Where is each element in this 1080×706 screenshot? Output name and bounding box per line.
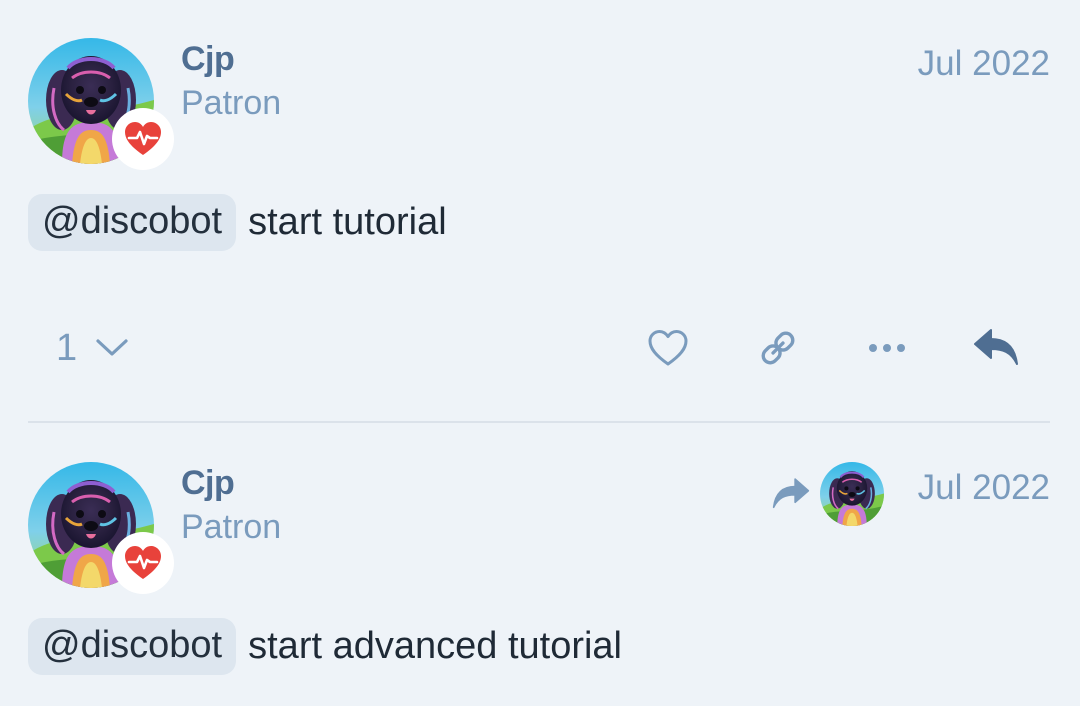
like-button[interactable] [644, 324, 692, 372]
post-body: @discobot start tutorial [28, 193, 447, 251]
post-divider [28, 421, 1050, 423]
reply-to-indicator[interactable] [772, 462, 884, 526]
user-avatar[interactable] [28, 38, 174, 170]
username[interactable]: Cjp [181, 464, 235, 503]
link-icon [761, 331, 795, 365]
reply-count: 1 [56, 326, 78, 369]
heart-flair-icon [112, 108, 174, 170]
more-button[interactable] [863, 324, 911, 372]
reply-icon [974, 329, 1018, 365]
replies-toggle[interactable]: 1 [56, 322, 129, 374]
reply-arrow-icon [772, 478, 810, 509]
post-actions: 1 [0, 318, 1080, 378]
user-title: Patron [181, 508, 282, 546]
post-text: start tutorial [248, 200, 447, 243]
username[interactable]: Cjp [181, 40, 235, 79]
user-avatar[interactable] [28, 462, 174, 594]
more-icon [869, 344, 905, 352]
heart-flair-icon [112, 532, 174, 594]
post: Cjp Patron Jul 2022 @discobot start tuto… [0, 0, 1080, 422]
reply-button[interactable] [972, 324, 1020, 372]
reply-to-avatar [820, 462, 884, 526]
share-link-button[interactable] [754, 324, 802, 372]
heart-icon [648, 330, 688, 366]
post-text: start advanced tutorial [248, 624, 623, 667]
chevron-down-icon [96, 339, 128, 356]
post: Cjp Patron Jul 2022 @discobot start adva… [0, 424, 1080, 706]
post-date[interactable]: Jul 2022 [918, 468, 1050, 508]
user-title: Patron [181, 84, 282, 122]
mention-link[interactable]: @discobot [28, 193, 237, 251]
post-body: @discobot start advanced tutorial [28, 617, 623, 675]
post-date[interactable]: Jul 2022 [918, 44, 1050, 84]
mention-link[interactable]: @discobot [28, 617, 237, 675]
